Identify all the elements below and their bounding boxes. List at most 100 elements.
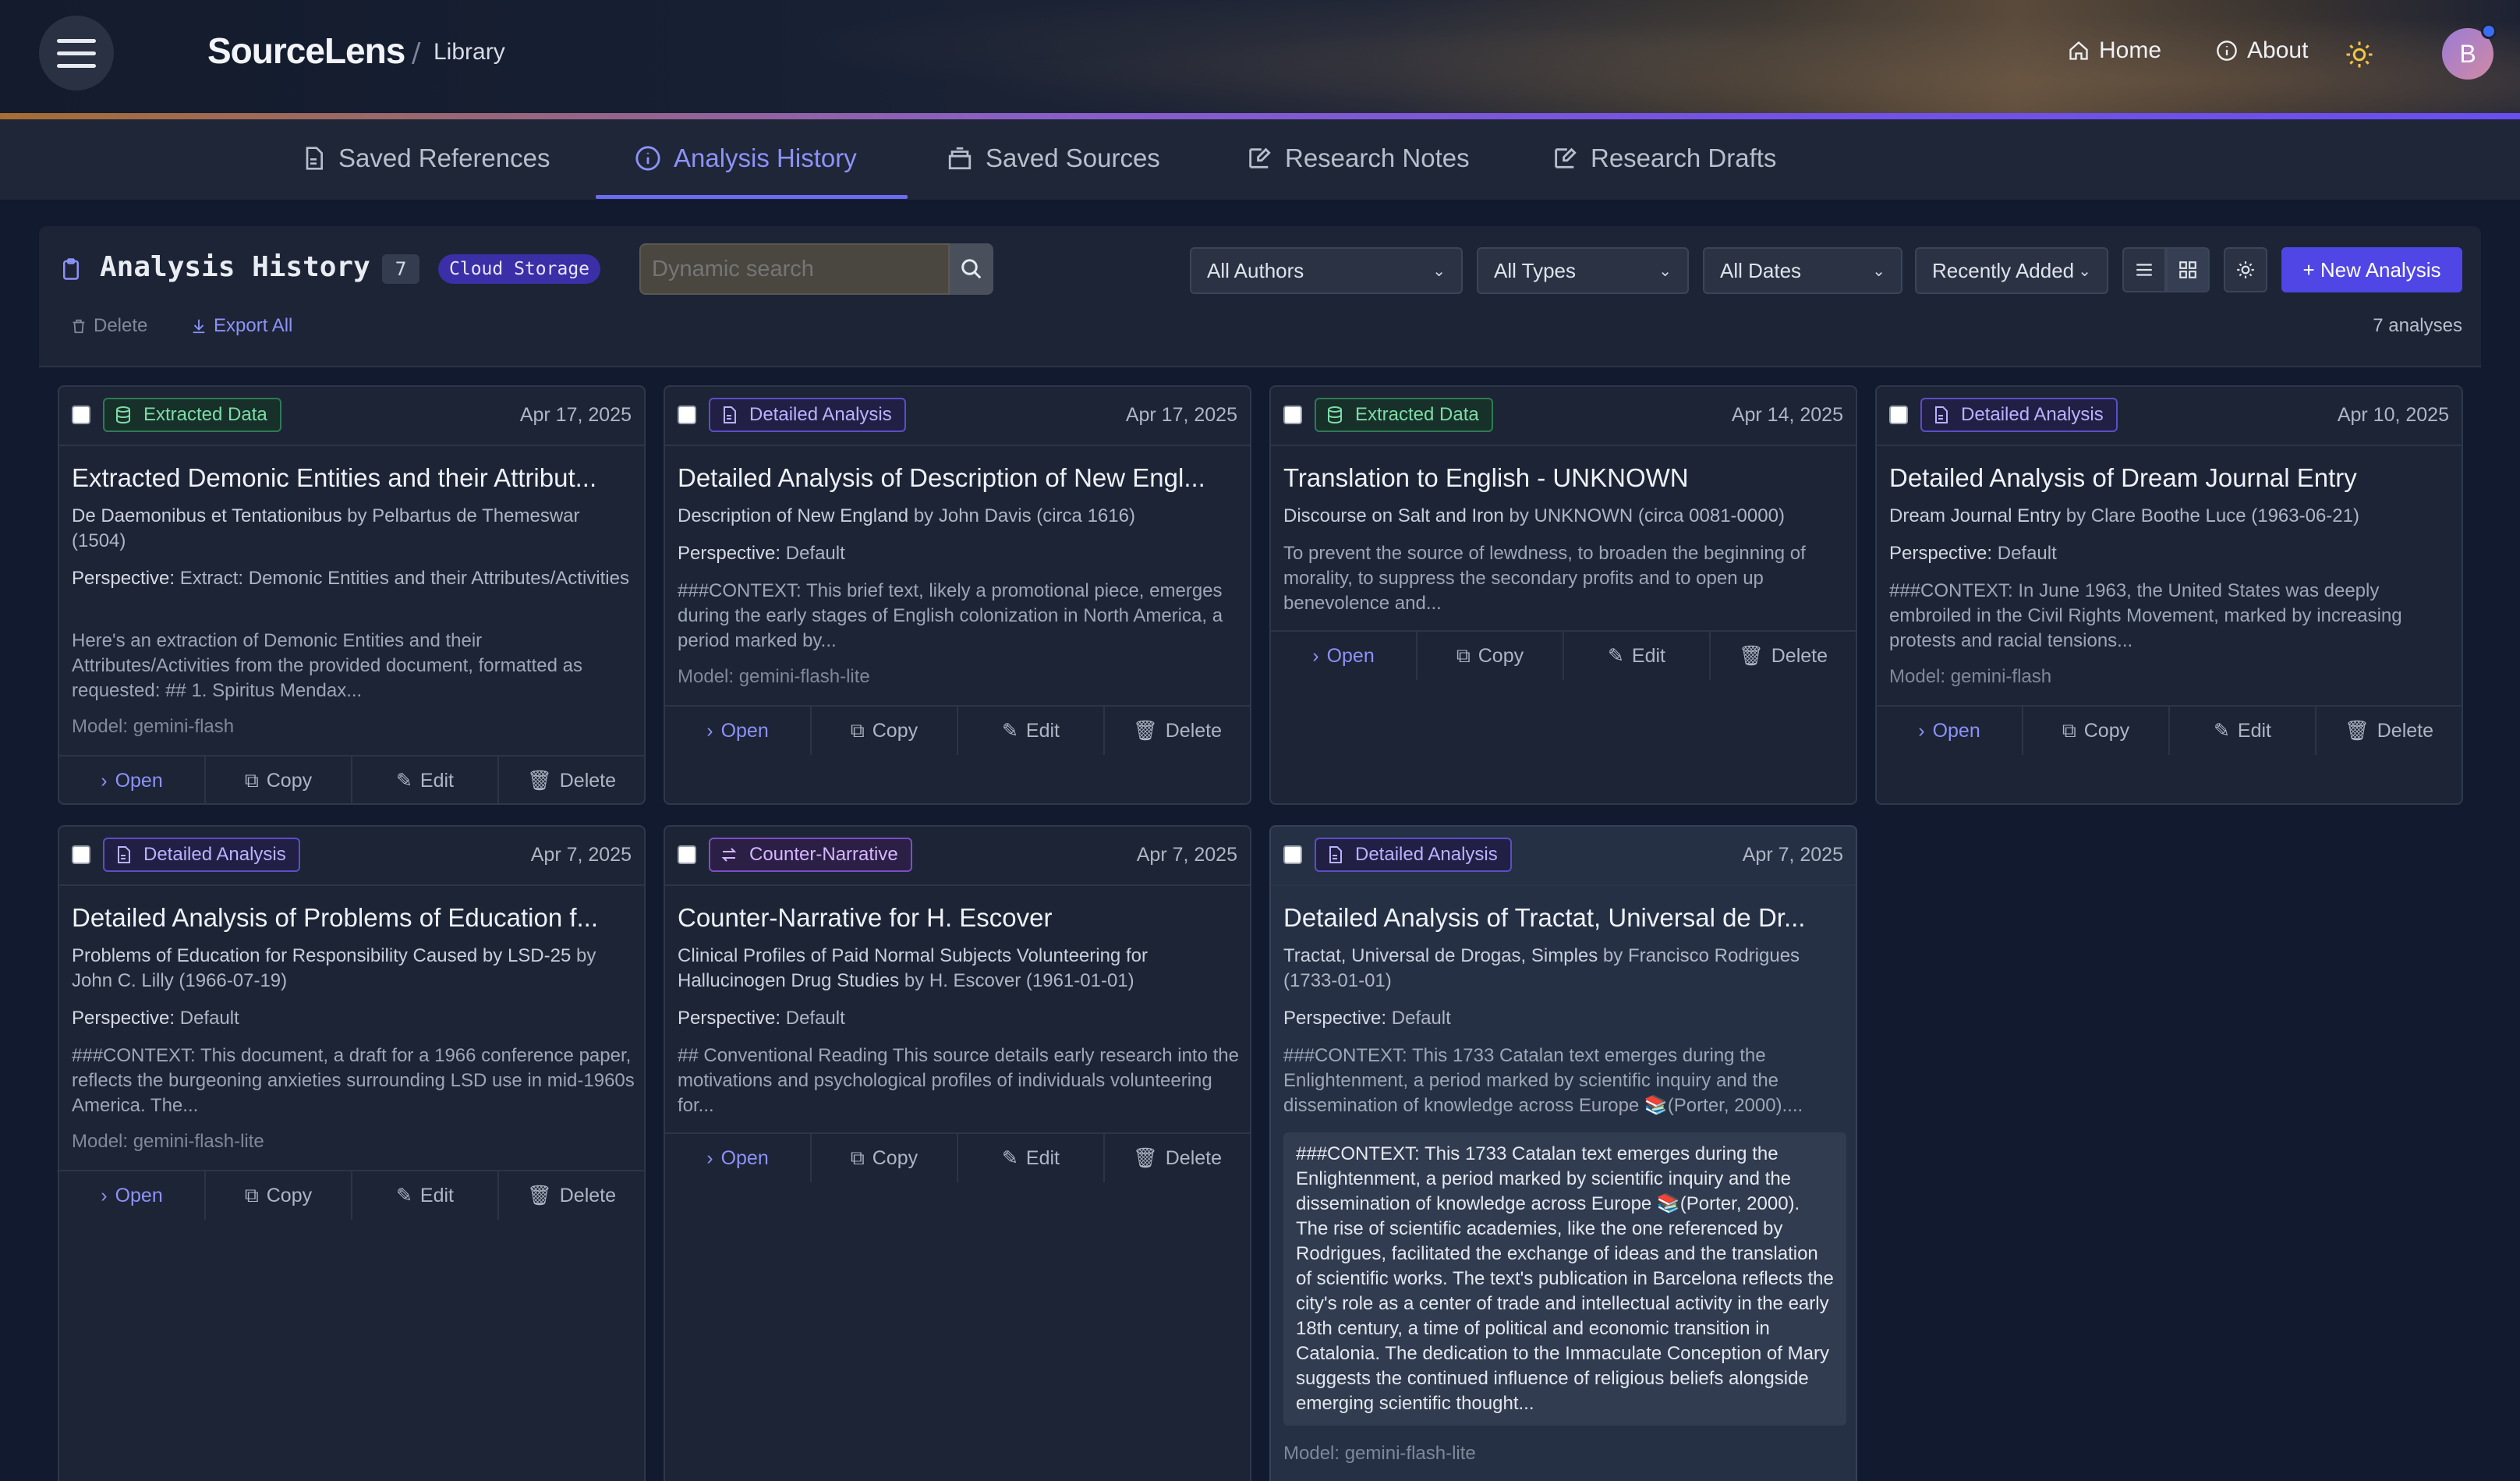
edit-button[interactable]: ✎ Edit <box>2170 707 2316 755</box>
download-icon <box>193 319 205 334</box>
copy-button[interactable]: ⧉ Copy <box>206 1171 352 1220</box>
tab-analysis-history[interactable]: Analysis History <box>635 143 857 173</box>
copy-button[interactable]: ⧉ Copy <box>812 1134 958 1182</box>
document-icon <box>724 406 736 423</box>
tab-research-notes[interactable]: Research Notes <box>1246 143 1470 173</box>
display-settings-button[interactable] <box>2224 247 2267 292</box>
select-checkbox[interactable] <box>678 845 696 864</box>
copy-button[interactable]: ⧉ Copy <box>206 756 352 803</box>
select-checkbox[interactable] <box>1283 845 1302 864</box>
analysis-card[interactable]: Detailed Analysis Apr 7, 2025 Detailed A… <box>1269 825 1857 1481</box>
type-badge-label: Detailed Analysis <box>1961 404 2104 425</box>
accent-line <box>0 113 2520 119</box>
select-checkbox[interactable] <box>1283 406 1302 424</box>
menu-button[interactable] <box>39 16 114 90</box>
trash-icon: 🗑 <box>2344 719 2370 742</box>
delete-button[interactable]: 🗑 Delete <box>499 1171 644 1220</box>
type-badge-label: Counter-Narrative <box>749 844 898 865</box>
edit-label: Edit <box>1631 644 1666 667</box>
card-title[interactable]: Detailed Analysis of Tractat, Universal … <box>1283 903 1846 933</box>
new-analysis-button[interactable]: + New Analysis <box>2281 247 2462 292</box>
select-checkbox[interactable] <box>678 406 696 424</box>
select-checkbox[interactable] <box>72 406 90 424</box>
select-checkbox[interactable] <box>72 845 90 864</box>
brand-logo[interactable]: SourceLens <box>207 30 405 72</box>
list-view-button[interactable] <box>2122 247 2166 292</box>
tab-saved-references[interactable]: Saved References <box>301 143 550 173</box>
open-button[interactable]: › Open <box>59 756 206 803</box>
bulk-delete-button[interactable]: Delete <box>70 315 147 337</box>
breadcrumb-library[interactable]: Library <box>434 39 505 66</box>
nav-about-label: About <box>2247 37 2309 63</box>
search-button[interactable] <box>950 243 993 295</box>
edit-button[interactable]: ✎ Edit <box>958 1134 1105 1182</box>
export-all-button[interactable]: Export All <box>190 315 292 337</box>
card-excerpt: Here's an extraction of Demonic Entities… <box>72 630 582 701</box>
delete-button[interactable]: 🗑 Delete <box>1105 1134 1250 1182</box>
edit-button[interactable]: ✎ Edit <box>352 1171 499 1220</box>
card-title[interactable]: Detailed Analysis of Problems of Educati… <box>72 903 635 933</box>
open-button[interactable]: › Open <box>59 1171 206 1220</box>
card-title[interactable]: Detailed Analysis of Dream Journal Entry <box>1889 463 2452 493</box>
open-button[interactable]: › Open <box>1271 632 1418 680</box>
types-filter[interactable]: All Types ⌄ <box>1477 247 1689 294</box>
trash-icon: 🗑 <box>526 1184 552 1206</box>
dates-filter[interactable]: All Dates ⌄ <box>1703 247 1902 294</box>
grid-view-button[interactable] <box>2166 247 2210 292</box>
analysis-card[interactable]: Detailed Analysis Apr 10, 2025 Detailed … <box>1875 385 2463 805</box>
analysis-card[interactable]: Detailed Analysis Apr 7, 2025 Detailed A… <box>58 825 646 1481</box>
select-checkbox[interactable] <box>1889 406 1908 424</box>
type-badge: Extracted Data <box>1315 398 1493 432</box>
delete-label: Delete <box>1165 1146 1222 1169</box>
card-title[interactable]: Detailed Analysis of Description of New … <box>678 463 1241 493</box>
delete-label: Delete <box>559 769 616 792</box>
analysis-card[interactable]: Detailed Analysis Apr 17, 2025 Detailed … <box>664 385 1251 805</box>
perspective-value: Default <box>1992 543 2057 564</box>
theme-toggle-button[interactable] <box>2336 31 2383 78</box>
card-title[interactable]: Extracted Demonic Entities and their Att… <box>72 463 635 493</box>
card-title[interactable]: Counter-Narrative for H. Escover <box>678 903 1241 933</box>
chevron-right-icon: › <box>101 769 108 792</box>
delete-button[interactable]: 🗑 Delete <box>499 756 644 803</box>
delete-button[interactable]: 🗑 Delete <box>1105 707 1250 755</box>
delete-label: Delete <box>1771 644 1828 667</box>
open-button[interactable]: › Open <box>665 1134 812 1182</box>
authors-filter[interactable]: All Authors ⌄ <box>1190 247 1463 294</box>
analysis-card[interactable]: Counter-Narrative Apr 7, 2025 Counter-Na… <box>664 825 1251 1481</box>
card-date: Apr 10, 2025 <box>2337 404 2449 426</box>
copy-label: Copy <box>266 1184 313 1206</box>
expanded-preview: ###CONTEXT: This 1733 Catalan text emerg… <box>1283 1132 1846 1426</box>
copy-button[interactable]: ⧉ Copy <box>1418 632 1564 680</box>
tab-research-drafts[interactable]: Research Drafts <box>1552 143 1776 173</box>
copy-button[interactable]: ⧉ Copy <box>2023 707 2170 755</box>
copy-button[interactable]: ⧉ Copy <box>812 707 958 755</box>
document-icon <box>1329 846 1342 863</box>
type-badge: Counter-Narrative <box>709 838 912 872</box>
dates-filter-value: All Dates <box>1720 258 1802 282</box>
edit-button[interactable]: ✎ Edit <box>352 756 499 803</box>
search-input[interactable] <box>639 243 950 295</box>
open-button[interactable]: › Open <box>1877 707 2023 755</box>
type-badge: Extracted Data <box>103 398 281 432</box>
card-excerpt: ###CONTEXT: In June 1963, the United Sta… <box>1889 580 2402 651</box>
authors-filter-value: All Authors <box>1207 258 1304 282</box>
analysis-card[interactable]: Extracted Data Apr 17, 2025 Extracted De… <box>58 385 646 805</box>
card-perspective: Perspective: Default <box>72 1006 635 1031</box>
sort-select[interactable]: Recently Added ⌄ <box>1915 247 2108 294</box>
edit-label: Edit <box>2237 719 2272 742</box>
card-title[interactable]: Translation to English - UNKNOWN <box>1283 463 1846 493</box>
open-button[interactable]: › Open <box>665 707 812 755</box>
sort-select-value: Recently Added <box>1932 258 2075 282</box>
nav-about-link[interactable]: About <box>2216 37 2308 64</box>
nav-home-link[interactable]: Home <box>2068 37 2161 64</box>
edit-button[interactable]: ✎ Edit <box>958 707 1105 755</box>
analysis-card[interactable]: Extracted Data Apr 14, 2025 Translation … <box>1269 385 1857 805</box>
edit-icon: ✎ <box>1001 720 1018 742</box>
type-badge-label: Detailed Analysis <box>143 844 286 865</box>
delete-label: Delete <box>1165 719 1222 742</box>
storage-badge: Cloud Storage <box>438 254 601 284</box>
delete-button[interactable]: 🗑 Delete <box>1711 632 1856 680</box>
tab-saved-sources[interactable]: Saved Sources <box>947 143 1160 173</box>
delete-button[interactable]: 🗑 Delete <box>2316 707 2462 755</box>
edit-button[interactable]: ✎ Edit <box>1564 632 1711 680</box>
